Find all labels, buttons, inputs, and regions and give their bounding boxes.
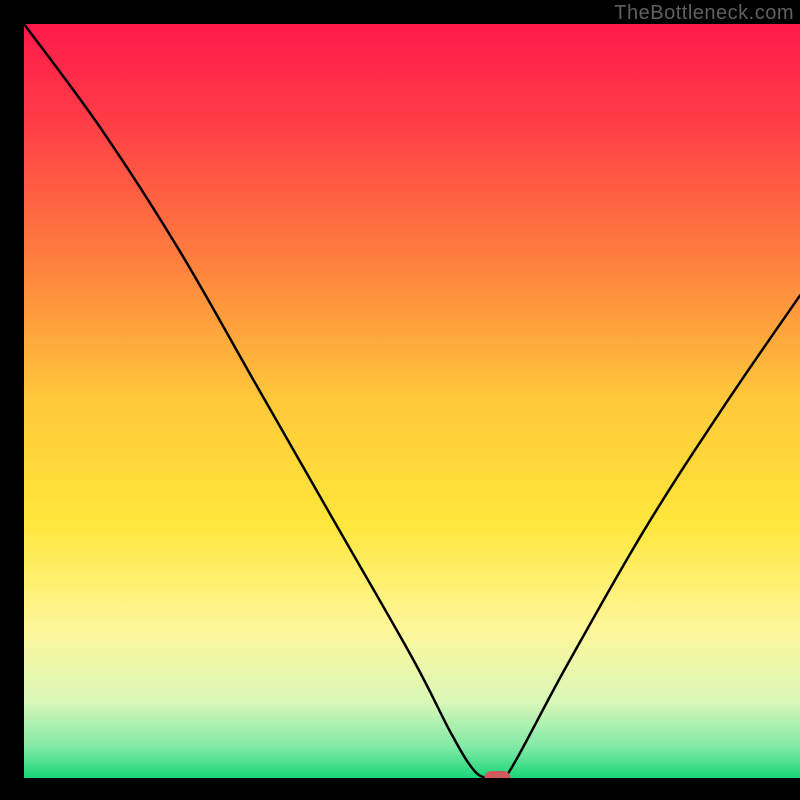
optimal-marker bbox=[484, 771, 510, 778]
bottleneck-chart bbox=[24, 24, 800, 778]
chart-plot-area bbox=[24, 24, 800, 778]
chart-background bbox=[24, 24, 800, 778]
watermark-text: TheBottleneck.com bbox=[614, 2, 794, 25]
chart-frame bbox=[24, 0, 800, 778]
